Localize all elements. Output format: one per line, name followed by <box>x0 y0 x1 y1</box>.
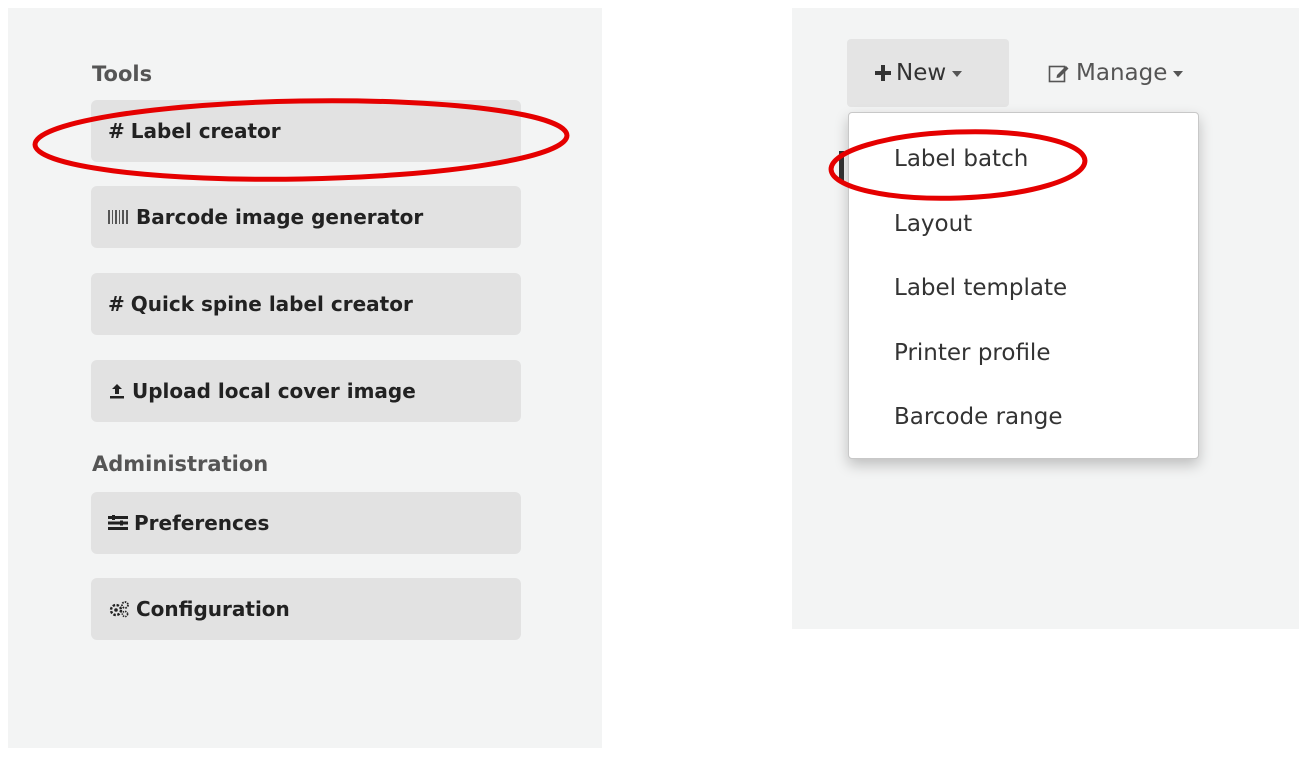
cogs-icon <box>108 600 130 618</box>
menu-item-label-batch[interactable]: Label batch <box>894 146 1028 172</box>
plus-icon <box>874 64 892 82</box>
caret-down-icon <box>952 71 963 77</box>
menu-item-layout[interactable]: Layout <box>894 211 972 237</box>
tools-heading: Tools <box>92 62 153 86</box>
label-creator-button[interactable]: # Label creator <box>91 100 521 162</box>
preferences-label: Preferences <box>134 511 270 535</box>
barcode-image-generator-button[interactable]: Barcode image generator <box>91 186 521 248</box>
edit-icon <box>1048 63 1070 83</box>
menu-item-printer-profile[interactable]: Printer profile <box>894 340 1050 366</box>
configuration-label: Configuration <box>136 597 290 621</box>
hash-icon: # <box>108 119 125 143</box>
administration-heading: Administration <box>92 452 269 476</box>
tools-sidebar: Tools # Label creator Barcode image gene… <box>8 8 602 748</box>
barcode-icon <box>108 209 130 225</box>
manage-button[interactable]: Manage <box>1046 39 1246 107</box>
upload-local-cover-image-button[interactable]: Upload local cover image <box>91 360 521 422</box>
menu-item-barcode-range[interactable]: Barcode range <box>894 404 1062 430</box>
quick-spine-label-creator-label: Quick spine label creator <box>130 292 413 316</box>
upload-local-cover-image-label: Upload local cover image <box>132 379 416 403</box>
new-dropdown-menu: Label batch Layout Label template Printe… <box>848 112 1199 459</box>
hash-icon: # <box>108 292 125 316</box>
caret-down-icon <box>1173 71 1184 77</box>
new-button[interactable]: New <box>847 39 1009 107</box>
configuration-button[interactable]: Configuration <box>91 578 521 640</box>
new-button-label: New <box>896 60 947 86</box>
preferences-icon <box>108 515 128 531</box>
label-creator-label: Label creator <box>130 119 281 143</box>
upload-icon <box>108 382 126 400</box>
manage-button-label: Manage <box>1076 60 1168 86</box>
quick-spine-label-creator-button[interactable]: # Quick spine label creator <box>91 273 521 335</box>
obscured-content-edge <box>839 151 844 181</box>
toolbar-panel: New Manage Label batch Layout Label temp… <box>792 8 1299 629</box>
preferences-button[interactable]: Preferences <box>91 492 521 554</box>
menu-item-label-template[interactable]: Label template <box>894 275 1067 301</box>
barcode-image-generator-label: Barcode image generator <box>136 205 424 229</box>
